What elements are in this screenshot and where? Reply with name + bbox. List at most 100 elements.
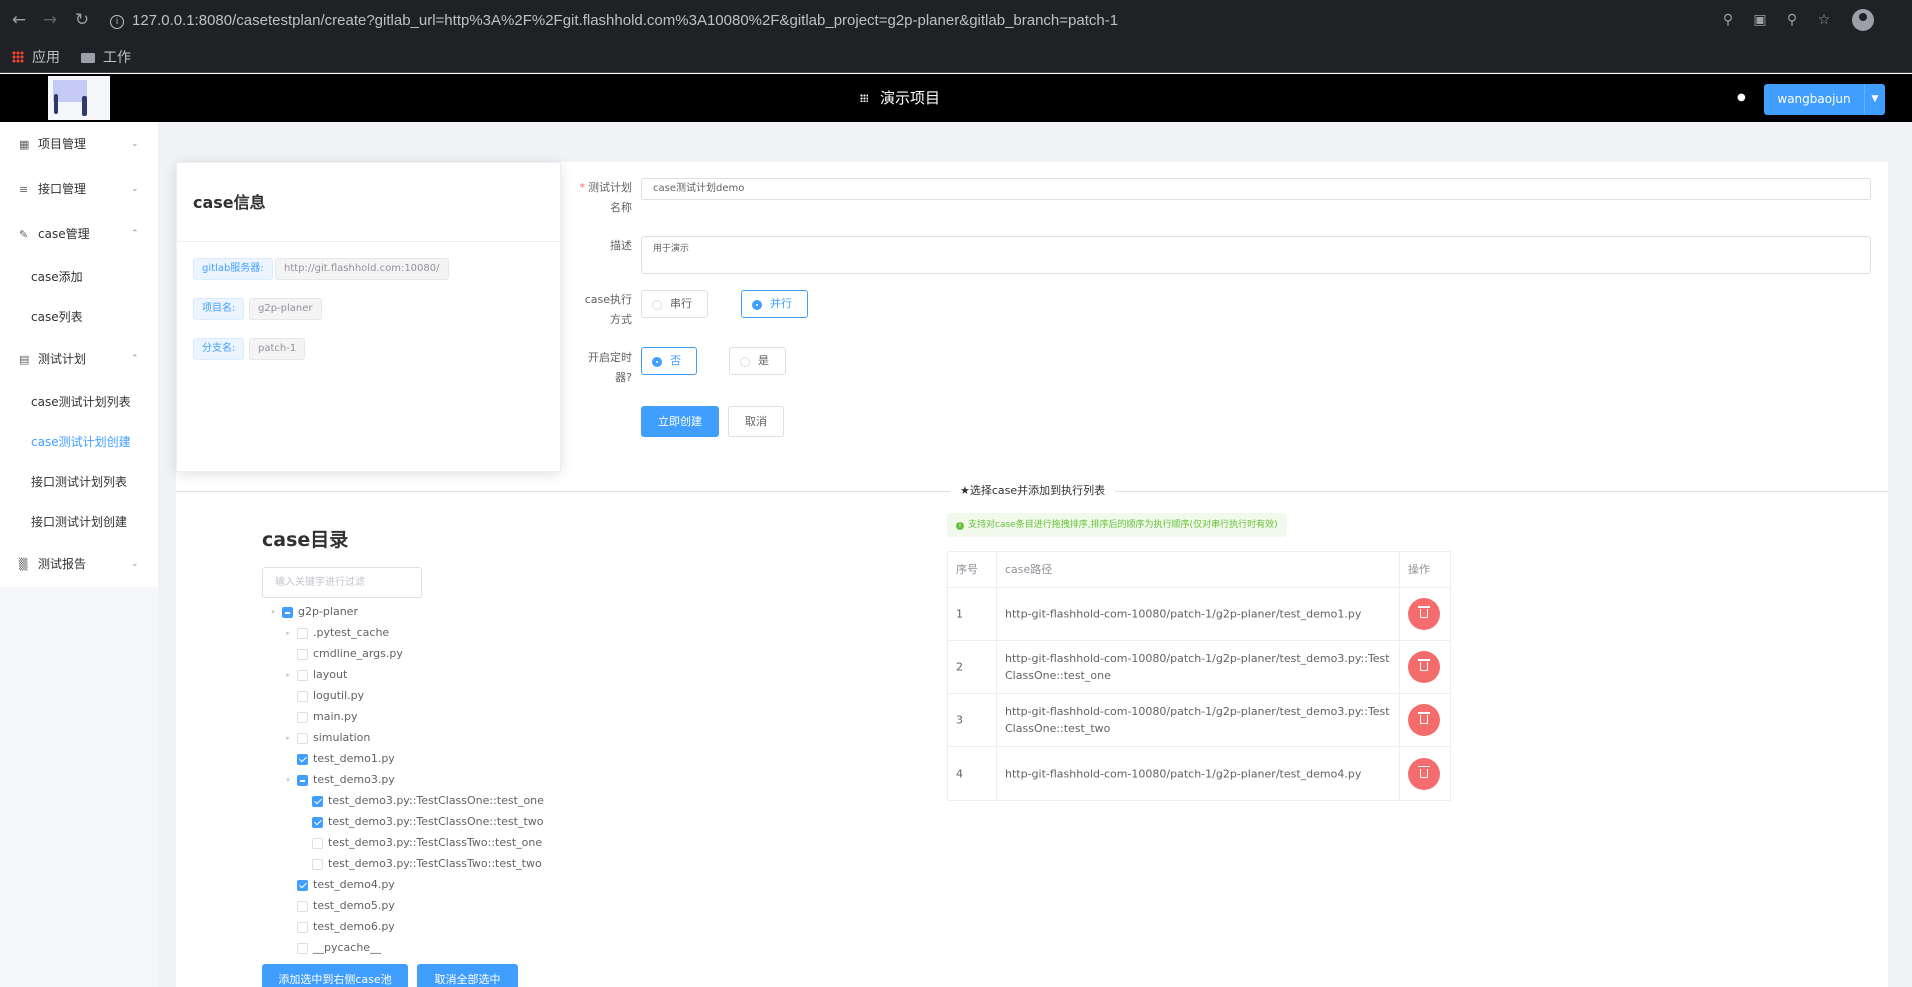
zoom-icon[interactable]: ⚲ (1783, 11, 1801, 29)
logo[interactable] (48, 76, 110, 120)
chevron-down-icon[interactable]: ▼ (1864, 84, 1885, 115)
delete-case-button[interactable] (1408, 757, 1440, 790)
sidebar-group-project[interactable]: ▦ 项目管理 ⌄ (0, 122, 158, 167)
user-name-button[interactable]: wangbaojun (1764, 84, 1864, 115)
sidebar-item-case-plan-create[interactable]: case测试计划创建 (0, 422, 158, 462)
back-arrow-icon[interactable]: ← (9, 10, 29, 30)
tree-node-label: main.py (313, 710, 358, 723)
bookmark-apps[interactable]: 应用 (12, 48, 60, 66)
trash-icon (1418, 606, 1430, 618)
tree-checkbox[interactable] (297, 712, 308, 723)
sidebar-item-case-list[interactable]: case列表 (0, 297, 158, 337)
grid-icon: ▦ (19, 138, 30, 151)
delete-case-button[interactable] (1408, 651, 1440, 683)
header-actions: 操作 (1408, 563, 1430, 576)
sidebar-item-api-plan-list[interactable]: 接口测试计划列表 (0, 462, 158, 502)
trash-icon (1418, 659, 1430, 671)
cancel-button[interactable]: 取消 (728, 406, 784, 437)
tree-filter-input[interactable]: 输入关键字进行过滤 (262, 567, 422, 598)
delete-case-button[interactable] (1408, 598, 1440, 630)
tree-node-label: __pycache__ (313, 941, 382, 954)
profile-avatar-icon[interactable] (1852, 9, 1874, 31)
tree-checkbox[interactable] (297, 628, 308, 639)
branch-name-value: patch-1 (249, 338, 306, 360)
timer-label: 开启定时 器? (588, 351, 632, 384)
row-index: 2 (956, 660, 963, 674)
bar-chart-icon: ▒ (19, 558, 28, 571)
table-row[interactable]: 1 http-git-flashhold-com-10080/patch-1/g2… (948, 588, 1450, 641)
address-bar[interactable]: i 127.0.0.1:8080/casetestplan/create?gitl… (110, 6, 1710, 35)
tree-checkbox[interactable] (297, 691, 308, 702)
list-icon: ≡ (19, 183, 29, 196)
tree-node-label: test_demo3.py (313, 773, 395, 786)
timer-yes-radio[interactable]: 是 (729, 347, 786, 375)
caret-down-icon[interactable]: ▾ (283, 771, 293, 789)
caret-right-icon[interactable]: ▸ (283, 624, 293, 642)
project-selector[interactable]: 演示项目 (860, 88, 940, 108)
translate-icon[interactable]: ▣ (1751, 11, 1769, 29)
sidebar-group-api[interactable]: ≡ 接口管理 ⌄ (0, 167, 158, 212)
tree-checkbox[interactable] (297, 754, 308, 765)
forward-arrow-icon[interactable]: → (40, 10, 60, 30)
sidebar-group-test-plan[interactable]: ▤ 测试计划 ⌃ (0, 337, 158, 382)
table-row[interactable]: 4 http-git-flashhold-com-10080/patch-1/g2… (948, 747, 1450, 800)
key-icon[interactable]: ⚲ (1719, 11, 1737, 29)
tree-node-label: test_demo4.py (313, 878, 395, 891)
bookmark-star-icon[interactable]: ☆ (1815, 11, 1833, 29)
app-header: 演示项目 ● wangbaojun ▼ (0, 74, 1912, 122)
table-row[interactable]: 2 http-git-flashhold-com-10080/patch-1/g2… (948, 641, 1450, 694)
timer-no-radio[interactable]: 否 (641, 347, 697, 375)
info-icon[interactable]: i (110, 15, 124, 29)
project-name-label: 项目名: (193, 298, 245, 320)
tree-checkbox[interactable] (312, 817, 323, 828)
tree-node-label: test_demo5.py (313, 899, 395, 912)
user-dropdown[interactable]: wangbaojun ▼ (1764, 84, 1885, 115)
case-path-text: http-git-flashhold-com-10080/patch-1/g2p… (1005, 767, 1362, 780)
chevron-down-icon: ⌄ (131, 184, 139, 194)
cell-index: 3 (948, 694, 997, 746)
tree-checkbox[interactable] (282, 607, 293, 618)
sidebar-group-report[interactable]: ▒ 测试报告 ⌄ (0, 542, 158, 587)
sidebar-item-api-plan-create[interactable]: 接口测试计划创建 (0, 502, 158, 542)
drag-sort-tip: i 支持对case条目进行拖拽排序,排序后的顺序为执行顺序(仅对串行执行时有效) (947, 513, 1287, 537)
reload-icon[interactable]: ↻ (72, 10, 92, 30)
case-info-card: case信息 gitlab服务器: http://git.flashhold.c… (176, 162, 562, 472)
info-icon: i (956, 522, 964, 530)
tree-checkbox[interactable] (312, 796, 323, 807)
tree-checkbox[interactable] (297, 733, 308, 744)
header-case-path: case路径 (997, 552, 1400, 587)
caret-down-icon[interactable]: ▾ (268, 603, 278, 621)
bookmark-work-folder[interactable]: 工作 (81, 48, 131, 66)
tree-checkbox[interactable] (312, 838, 323, 849)
clear-selection-button[interactable]: 取消全部选中 (417, 964, 518, 987)
add-selected-to-pool-button[interactable]: 添加选中到右侧case池 (262, 964, 408, 987)
tree-checkbox[interactable] (297, 775, 308, 786)
trash-icon (1418, 765, 1430, 778)
tree-checkbox[interactable] (297, 922, 308, 933)
tree-checkbox[interactable] (297, 901, 308, 912)
create-now-button[interactable]: 立即创建 (641, 406, 719, 437)
caret-right-icon[interactable]: ▸ (283, 666, 293, 684)
description-label: 描述 (610, 239, 632, 252)
exec-mode-serial-radio[interactable]: 串行 (641, 290, 708, 318)
tree-checkbox[interactable] (297, 943, 308, 954)
caret-right-icon[interactable]: ▸ (283, 729, 293, 747)
case-pool-table: 序号 case路径 操作 1 http-git-flashhold-com-100… (947, 551, 1451, 801)
plan-name-input[interactable]: case测试计划demo (641, 178, 1871, 200)
tree-checkbox[interactable] (297, 670, 308, 681)
tree-checkbox[interactable] (297, 649, 308, 660)
description-textarea[interactable]: 用于演示 (641, 236, 1871, 274)
tree-checkbox[interactable] (297, 880, 308, 891)
plan-name-label: * 测试计划 名称 (579, 181, 633, 214)
sidebar-item-case-plan-list[interactable]: case测试计划列表 (0, 382, 158, 422)
sidebar-item-case-add[interactable]: case添加 (0, 257, 158, 297)
tree-node-label: test_demo3.py::TestClassOne::test_two (328, 815, 544, 828)
delete-case-button[interactable] (1408, 704, 1440, 736)
card-divider (177, 241, 562, 242)
exec-mode-parallel-radio[interactable]: 并行 (741, 290, 808, 318)
tree-checkbox[interactable] (312, 859, 323, 870)
table-row[interactable]: 3 http-git-flashhold-com-10080/patch-1/g2… (948, 694, 1450, 747)
project-title: 演示项目 (880, 89, 941, 107)
url-text: 127.0.0.1:8080/casetestplan/create?gitla… (132, 12, 1119, 29)
sidebar-group-case[interactable]: ✎ case管理 ⌃ (0, 212, 158, 257)
